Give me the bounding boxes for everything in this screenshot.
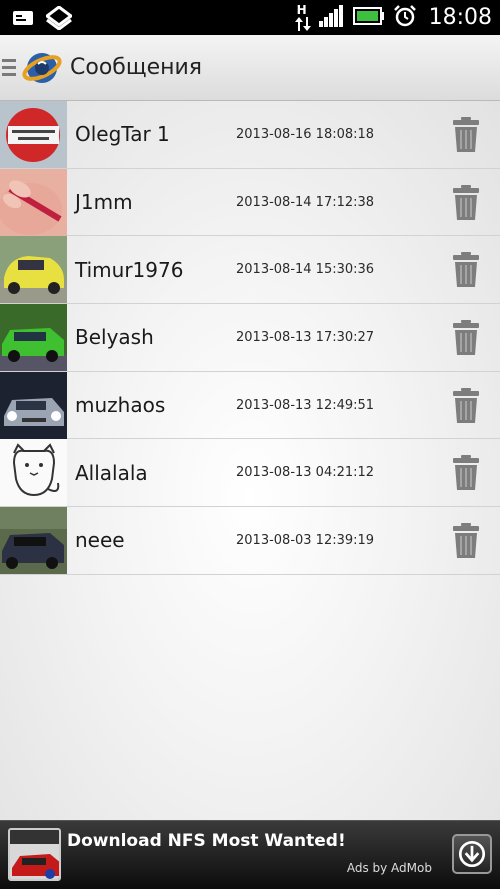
- avatar: [0, 236, 67, 304]
- message-notification-icon: [12, 10, 34, 30]
- download-icon[interactable]: [452, 834, 492, 874]
- status-bar: H 18:08: [0, 0, 500, 35]
- contact-name: Belyash: [75, 325, 154, 350]
- network-type-label: H: [296, 2, 307, 17]
- delete-button[interactable]: [452, 523, 480, 559]
- ad-attribution: Ads by AdMob: [346, 861, 432, 875]
- page-title: Сообщения: [70, 55, 203, 80]
- alarm-icon: [393, 4, 417, 32]
- list-item[interactable]: Belyash 2013-08-13 17:30:27: [0, 304, 500, 372]
- contact-name: muzhaos: [75, 393, 166, 418]
- list-item[interactable]: neee 2013-08-03 12:39:19: [0, 507, 500, 575]
- stack-notification-icon: [44, 5, 74, 34]
- delete-button[interactable]: [452, 320, 480, 356]
- message-date: 2013-08-13 04:21:12: [236, 465, 375, 481]
- contact-name: Allalala: [75, 460, 148, 485]
- ad-banner[interactable]: Download NFS Most Wanted! Ads by AdMob: [0, 820, 500, 889]
- list-item[interactable]: Timur1976 2013-08-14 15:30:36: [0, 236, 500, 305]
- avatar: [0, 168, 67, 236]
- message-date: 2013-08-13 17:30:27: [236, 329, 375, 345]
- delete-button[interactable]: [452, 455, 480, 491]
- ad-text[interactable]: Download NFS Most Wanted!: [67, 831, 346, 851]
- contact-name: Timur1976: [75, 257, 184, 282]
- avatar: [0, 507, 67, 575]
- message-date: 2013-08-14 15:30:36: [236, 262, 375, 278]
- list-item[interactable]: Allalala 2013-08-13 04:21:12: [0, 439, 500, 508]
- list-item[interactable]: muzhaos 2013-08-13 12:49:51: [0, 371, 500, 440]
- action-bar: Сообщения: [0, 35, 500, 101]
- menu-icon[interactable]: [2, 59, 16, 76]
- list-item[interactable]: OlegTar 1 2013-08-16 18:08:18: [0, 101, 500, 169]
- avatar: [0, 304, 67, 372]
- message-date: 2013-08-14 17:12:38: [236, 194, 375, 210]
- ad-image[interactable]: [8, 828, 61, 881]
- avatar: [0, 101, 67, 168]
- message-list: OlegTar 1 2013-08-16 18:08:18 J1mm 2013-…: [0, 101, 500, 820]
- status-time: 18:08: [428, 5, 492, 30]
- delete-button[interactable]: [452, 387, 480, 424]
- delete-button[interactable]: [452, 252, 480, 288]
- avatar: [0, 439, 67, 507]
- avatar: [0, 371, 67, 439]
- list-item[interactable]: J1mm 2013-08-14 17:12:38: [0, 168, 500, 237]
- delete-button[interactable]: [452, 184, 480, 221]
- contact-name: neee: [75, 528, 125, 553]
- message-date: 2013-08-03 12:39:19: [236, 532, 375, 548]
- signal-icon: [318, 4, 345, 31]
- network-type-icon: H: [294, 2, 311, 33]
- battery-icon: [352, 6, 385, 29]
- app-logo-icon[interactable]: [22, 48, 62, 88]
- contact-name: OlegTar 1: [75, 122, 170, 147]
- contact-name: J1mm: [75, 190, 133, 215]
- message-date: 2013-08-16 18:08:18: [236, 126, 375, 142]
- delete-button[interactable]: [452, 117, 480, 153]
- message-date: 2013-08-13 12:49:51: [236, 397, 375, 413]
